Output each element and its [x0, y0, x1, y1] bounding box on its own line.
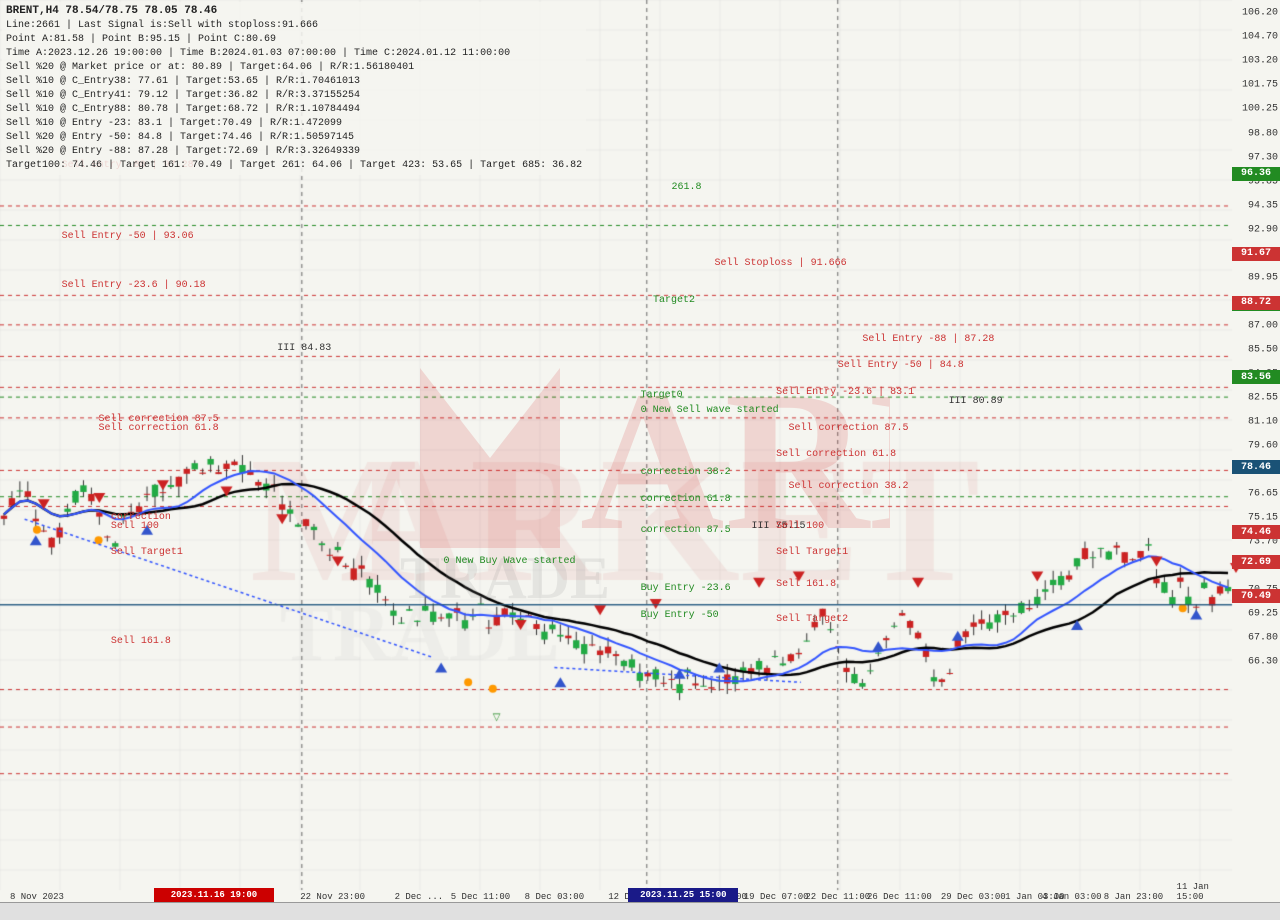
price-label: 79.60 [1248, 440, 1278, 451]
price-marker: 72.69 [1232, 555, 1280, 569]
price-label: 66.30 [1248, 657, 1278, 668]
price-label: 76.65 [1248, 488, 1278, 499]
info-line: Sell %10 @ Entry -23: 83.1 | Target:70.4… [6, 117, 582, 131]
info-line: Target100: 74.46 | Target 161: 70.49 | T… [6, 159, 582, 173]
price-marker: 78.46 [1232, 460, 1280, 474]
info-lines: Line:2661 | Last Signal is:Sell with sto… [6, 19, 582, 173]
price-label: 92.90 [1248, 224, 1278, 235]
time-label: 2 Dec ... [395, 892, 444, 902]
time-label: 26 Dec 11:00 [867, 892, 932, 902]
info-line: Sell %10 @ C_Entry88: 80.78 | Target:68.… [6, 103, 582, 117]
time-label: 8 Dec 03:00 [525, 892, 584, 902]
price-label: 100.25 [1242, 104, 1278, 115]
info-line: Sell %20 @ Entry -50: 84.8 | Target:74.4… [6, 131, 582, 145]
price-scale: 106.20 104.70 103.20 101.75 100.25 98.80 97.30… [1232, 0, 1280, 920]
info-line: Line:2661 | Last Signal is:Sell with sto… [6, 19, 582, 33]
time-label: 29 Dec 03:00 [941, 892, 1006, 902]
price-label: 69.25 [1248, 609, 1278, 620]
price-label: 82.55 [1248, 392, 1278, 403]
price-label: 97.30 [1248, 152, 1278, 163]
time-highlight: 2023.11.25 15:00 [628, 888, 738, 902]
info-line: Point A:81.58 | Point B:95.15 | Point C:… [6, 33, 582, 47]
price-label: 87.00 [1248, 320, 1278, 331]
time-label: 11 Jan 15:00 [1177, 882, 1214, 902]
price-marker: 74.46 [1232, 525, 1280, 539]
time-label: 8 Nov 2023 [10, 892, 64, 902]
price-label: 85.50 [1248, 344, 1278, 355]
price-label: 101.75 [1242, 80, 1278, 91]
info-line: Sell %20 @ Market price or at: 80.89 | T… [6, 61, 582, 75]
time-label: 8 Jan 23:00 [1104, 892, 1163, 902]
price-label: 81.10 [1248, 416, 1278, 427]
price-label: 67.80 [1248, 633, 1278, 644]
time-label: 4 Jan 03:00 [1042, 892, 1101, 902]
price-label: 106.20 [1242, 8, 1278, 19]
price-label: 89.95 [1248, 272, 1278, 283]
price-marker: 83.56 [1232, 370, 1280, 384]
price-marker: 91.67 [1232, 247, 1280, 261]
price-label: 98.80 [1248, 128, 1278, 139]
time-label: 22 Dec 11:00 [805, 892, 870, 902]
price-label: 103.20 [1242, 56, 1278, 67]
info-line: Sell %10 @ C_Entry41: 79.12 | Target:36.… [6, 89, 582, 103]
info-line: Time A:2023.12.26 19:00:00 | Time B:2024… [6, 47, 582, 61]
time-label: 5 Dec 11:00 [451, 892, 510, 902]
time-label: 19 Dec 07:00 [744, 892, 809, 902]
price-label: 104.70 [1242, 32, 1278, 43]
price-marker: 70.49 [1232, 589, 1280, 603]
time-label: 22 Nov 23:00 [300, 892, 365, 902]
price-marker: 96.36 [1232, 167, 1280, 181]
price-label: 94.35 [1248, 200, 1278, 211]
info-line: Sell %10 @ C_Entry38: 77.61 | Target:53.… [6, 75, 582, 89]
info-panel: BRENT,H4 78.54/78.75 78.05 78.46 Line:26… [2, 2, 586, 175]
info-line: Sell %20 @ Entry -88: 87.28 | Target:72.… [6, 145, 582, 159]
symbol-title: BRENT,H4 78.54/78.75 78.05 78.46 [6, 4, 582, 19]
time-highlight: 2023.11.16 19:00 [154, 888, 274, 902]
chart-container: ARKET TRADE BRENT,H4 78.54/78.75 78.05 7… [0, 0, 1280, 920]
bottom-bar: 2023.11.16 19:002023.11.25 15:00 [0, 902, 1280, 920]
price-marker: 88.72 [1232, 296, 1280, 310]
price-label: 75.15 [1248, 512, 1278, 523]
